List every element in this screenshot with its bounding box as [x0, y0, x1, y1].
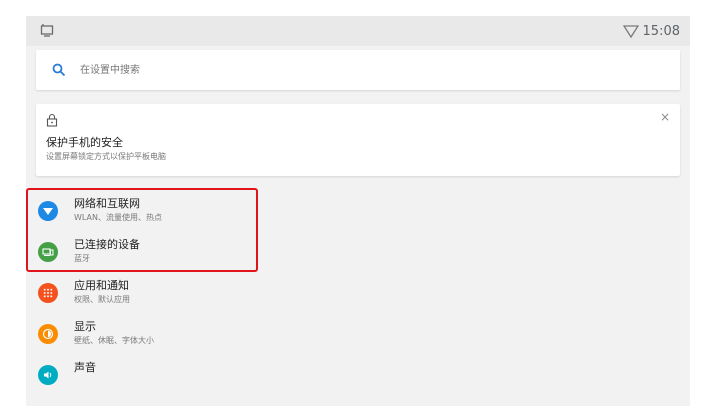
cast-icon — [40, 24, 54, 37]
devices-icon — [38, 242, 58, 262]
settings-item-connected-devices[interactable]: 已连接的设备 蓝牙 — [26, 231, 690, 272]
wifi-icon — [38, 201, 58, 221]
wifi-signal-icon — [622, 25, 639, 39]
settings-item-subtitle: WLAN、流量使用、热点 — [74, 213, 163, 222]
suggestion-card-screen-lock[interactable]: × 保护手机的安全 设置屏幕锁定方式以保护平板电脑 — [36, 104, 680, 176]
volume-icon — [38, 365, 58, 385]
settings-item-title: 已连接的设备 — [74, 238, 140, 251]
status-right: 15:08 — [622, 20, 680, 42]
settings-item-display[interactable]: 显示 壁纸、休眠、字体大小 — [26, 313, 690, 354]
search-input[interactable] — [78, 63, 642, 77]
settings-item-apps[interactable]: 应用和通知 权限、默认应用 — [26, 272, 690, 313]
suggestion-title: 保护手机的安全 — [46, 136, 123, 149]
settings-item-subtitle: 权限、默认应用 — [74, 295, 130, 304]
settings-item-subtitle: 蓝牙 — [74, 254, 90, 263]
brightness-icon — [38, 324, 58, 344]
settings-item-subtitle: 壁纸、休眠、字体大小 — [74, 336, 154, 345]
search-icon — [52, 63, 66, 77]
status-time: 15:08 — [642, 23, 680, 39]
suggestion-subtitle: 设置屏幕锁定方式以保护平板电脑 — [46, 152, 166, 161]
settings-item-title: 声音 — [74, 361, 96, 374]
settings-item-title: 应用和通知 — [74, 279, 129, 292]
close-icon[interactable]: × — [660, 110, 670, 124]
search-bar[interactable] — [36, 50, 680, 90]
apps-icon — [38, 283, 58, 303]
settings-item-title: 显示 — [74, 320, 96, 333]
status-bar: 15:08 — [26, 16, 690, 46]
settings-item-network[interactable]: 网络和互联网 WLAN、流量使用、热点 — [26, 190, 690, 231]
settings-item-sound[interactable]: 声音 — [26, 354, 690, 395]
settings-list: 网络和互联网 WLAN、流量使用、热点 已连接的设备 蓝牙 应用和通知 权限、默… — [26, 190, 690, 395]
settings-item-title: 网络和互联网 — [74, 197, 140, 210]
settings-screen: 15:08 × 保护手机的安全 设置屏幕锁定方式以保护平板电脑 网络和互联网 W… — [26, 16, 690, 406]
lock-icon — [46, 113, 58, 127]
